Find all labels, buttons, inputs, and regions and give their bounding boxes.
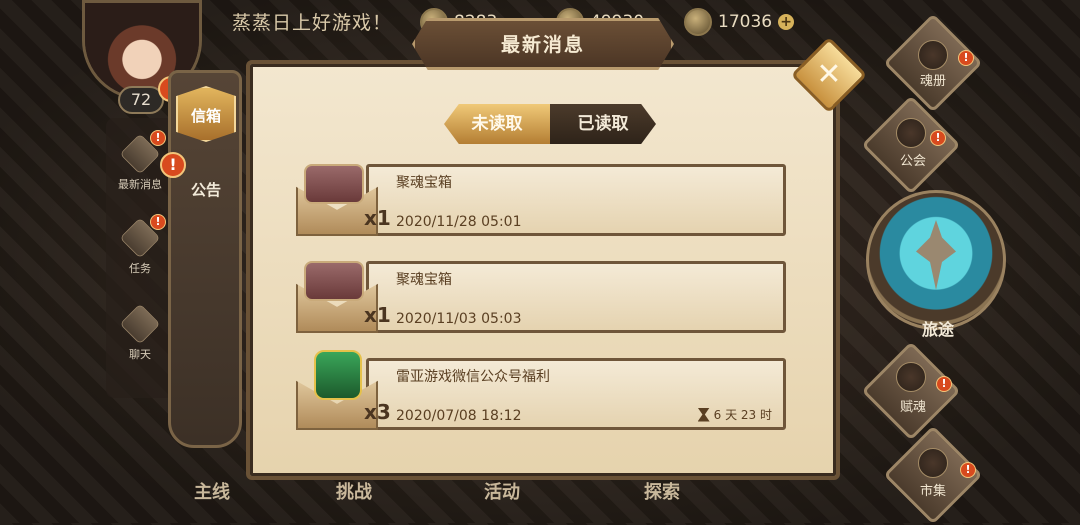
message-date: 2020/11/03 05:03 bbox=[396, 311, 522, 327]
rail-item-chat[interactable]: 聊天 bbox=[110, 303, 170, 362]
message-quantity: x3 bbox=[364, 400, 391, 424]
rail-item-label: 最新消息 bbox=[118, 178, 162, 191]
soul-book-label: 魂册 bbox=[919, 74, 946, 89]
currency-gem[interactable]: 17036 + bbox=[684, 7, 795, 37]
message-quantity: x1 bbox=[364, 206, 391, 230]
soul-gift-label: 赋魂 bbox=[899, 400, 926, 415]
news-alert-icon: ! bbox=[150, 130, 166, 146]
chest-icon bbox=[304, 261, 364, 301]
tab-read[interactable]: 已读取 bbox=[550, 104, 656, 144]
message-date: 2020/07/08 18:12 bbox=[396, 408, 522, 424]
tab-inbox[interactable]: 信箱 bbox=[176, 86, 236, 142]
tab-unread[interactable]: 未读取 bbox=[444, 104, 550, 144]
soul-gift-icon bbox=[896, 362, 926, 392]
message-title: 聚魂宝箱 bbox=[396, 175, 452, 191]
add-currency-icon[interactable]: + bbox=[778, 14, 795, 30]
message-item[interactable]: 聚魂宝箱 x1 2020/11/03 05:03 bbox=[296, 261, 786, 333]
task-alert-icon: ! bbox=[150, 214, 166, 230]
guild-label: 公会 bbox=[899, 154, 926, 169]
gem-icon bbox=[684, 8, 712, 36]
gift-icon bbox=[314, 350, 362, 400]
nav-main-story[interactable]: 主线 bbox=[194, 478, 230, 504]
message-item[interactable]: 聚魂宝箱 x1 2020/11/28 05:01 bbox=[296, 164, 786, 236]
soul-book-icon bbox=[918, 40, 948, 70]
market-label: 市集 bbox=[919, 484, 946, 499]
dialog-title: 最新消息 bbox=[500, 34, 585, 56]
market-icon bbox=[918, 448, 948, 478]
message-date: 2020/11/28 05:01 bbox=[396, 214, 522, 230]
chat-icon bbox=[119, 303, 161, 345]
journey-label: 旅途 bbox=[921, 320, 954, 339]
guild-icon bbox=[896, 118, 926, 148]
expiry-timer-text: 6 天 23 时 bbox=[713, 408, 772, 422]
nav-activity[interactable]: 活动 bbox=[484, 478, 520, 504]
read-filter-segmented: 未读取 已读取 bbox=[444, 104, 656, 144]
message-item[interactable]: 雷亚游戏微信公众号福利 x3 2020/07/08 18:12 6 天 23 时 bbox=[296, 350, 786, 430]
message-title: 雷亚游戏微信公众号福利 bbox=[396, 369, 550, 385]
hourglass-icon bbox=[697, 407, 710, 422]
chest-icon bbox=[304, 164, 364, 204]
tab-notice[interactable]: 公告 bbox=[176, 172, 236, 208]
notice-alert-icon: ! bbox=[160, 152, 186, 178]
message-quantity: x1 bbox=[364, 303, 391, 327]
soul-book-alert-icon: ! bbox=[958, 50, 974, 66]
nav-explore[interactable]: 探索 bbox=[644, 478, 680, 504]
expiry-timer: 6 天 23 时 bbox=[697, 406, 772, 423]
market-alert-icon: ! bbox=[960, 462, 976, 478]
rail-item-label: 任务 bbox=[129, 262, 151, 275]
nav-challenge[interactable]: 挑战 bbox=[336, 478, 372, 504]
message-title: 聚魂宝箱 bbox=[396, 272, 452, 288]
rail-item-label: 聊天 bbox=[129, 348, 151, 361]
greeting-banner: 蒸蒸日上好游戏！ bbox=[232, 12, 393, 34]
close-icon[interactable]: ✕ bbox=[802, 48, 856, 102]
currency-gem-value: 17036 bbox=[718, 12, 773, 32]
guild-alert-icon: ! bbox=[930, 130, 946, 146]
soul-gift-alert-icon: ! bbox=[936, 376, 952, 392]
